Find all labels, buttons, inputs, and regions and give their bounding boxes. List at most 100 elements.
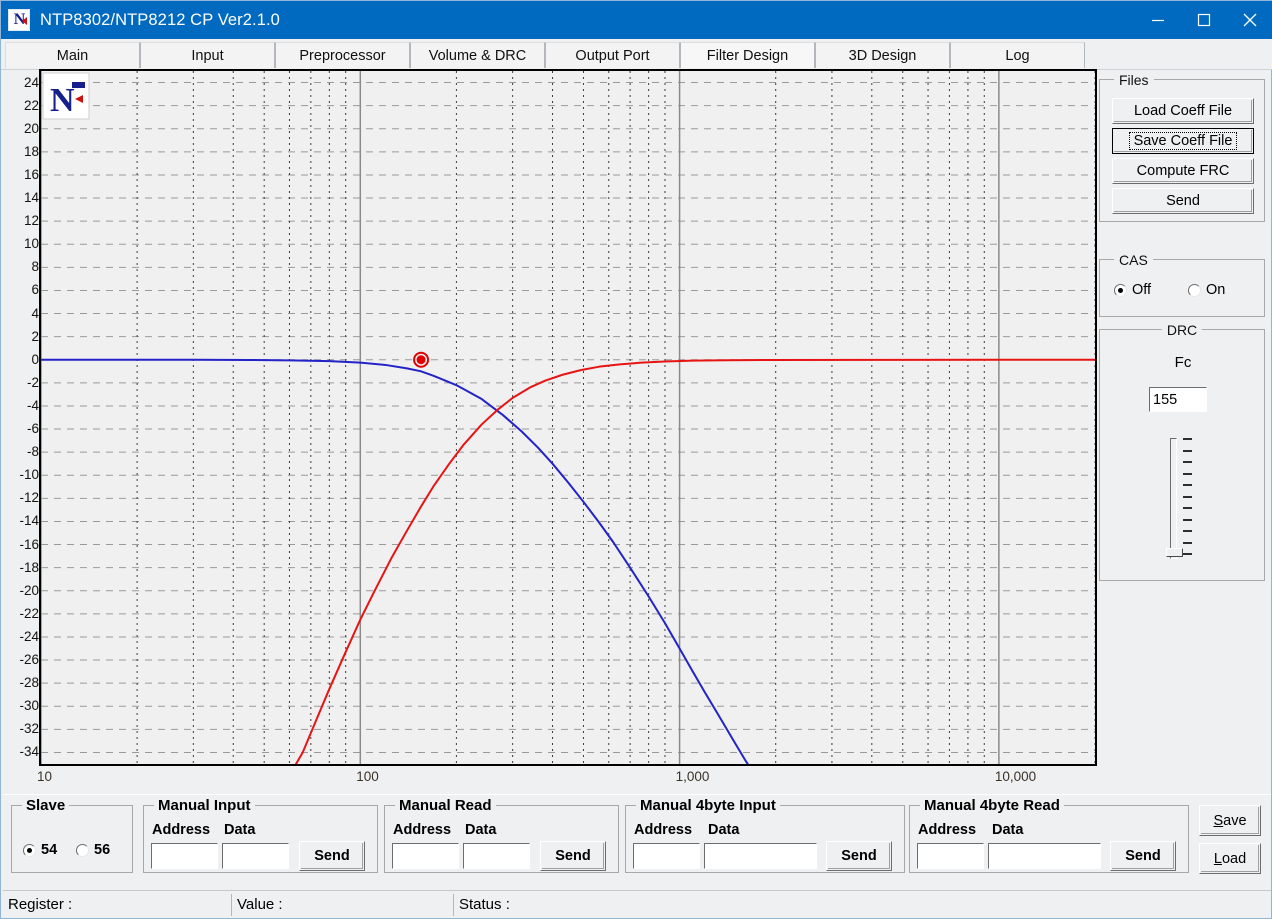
chart-x-tick-label: 10,000 bbox=[994, 769, 1037, 784]
manual-input-group-label: Manual Input bbox=[154, 797, 255, 814]
tab-input[interactable]: Input bbox=[140, 42, 275, 68]
files-send-button[interactable]: Send bbox=[1112, 188, 1254, 214]
tab-label: Main bbox=[56, 48, 89, 64]
chart-y-tick-label: 22 bbox=[23, 97, 39, 113]
tab-label: Filter Design bbox=[706, 48, 789, 64]
tab-main[interactable]: Main bbox=[5, 42, 140, 68]
drc-slider-track bbox=[1170, 438, 1177, 559]
save-coeff-file-label: Save Coeff File bbox=[1128, 132, 1238, 150]
status-bar: Register : Value : Status : bbox=[3, 890, 1271, 918]
tab-output-port[interactable]: Output Port bbox=[545, 42, 680, 68]
manual-4byte-input-data-field[interactable] bbox=[704, 843, 817, 869]
manual-4byte-read-send-button[interactable]: Send bbox=[1110, 841, 1176, 871]
files-send-label: Send bbox=[1166, 193, 1200, 209]
save-accel: S bbox=[1213, 812, 1224, 829]
right-control-panel: Files Load Coeff File Save Coeff File Co… bbox=[1099, 71, 1267, 793]
load-coeff-file-button[interactable]: Load Coeff File bbox=[1112, 98, 1254, 124]
drc-slider-tick bbox=[1183, 461, 1192, 463]
chart-y-tick-label: 14 bbox=[23, 190, 39, 206]
manual-4byte-read-group: Manual 4byte Read Address Data Send bbox=[909, 797, 1189, 873]
load-button[interactable]: Load bbox=[1199, 843, 1261, 874]
chart-y-tick-label: -26 bbox=[19, 652, 39, 668]
load-coeff-file-label: Load Coeff File bbox=[1133, 103, 1233, 119]
manual-read-group: Manual Read Address Data Send bbox=[384, 797, 619, 873]
manual-4byte-input-group-label: Manual 4byte Input bbox=[636, 797, 780, 814]
slave-54-label: 54 bbox=[41, 842, 58, 858]
manual-4byte-read-data-field[interactable] bbox=[988, 843, 1101, 869]
chart-y-tick-label: 8 bbox=[31, 259, 39, 275]
files-group: Files Load Coeff File Save Coeff File Co… bbox=[1099, 72, 1265, 222]
manual-read-address-field[interactable] bbox=[392, 843, 459, 869]
chart-y-tick-label: 16 bbox=[23, 166, 39, 182]
manual-input-address-label: Address bbox=[152, 822, 211, 838]
drc-group-label: DRC bbox=[1161, 322, 1203, 338]
compute-frc-button[interactable]: Compute FRC bbox=[1112, 158, 1254, 184]
manual-input-data-field[interactable] bbox=[222, 843, 289, 869]
chart-x-tick-label: 100 bbox=[356, 769, 379, 784]
minimize-button[interactable] bbox=[1135, 1, 1181, 39]
chart-y-tick-label: 4 bbox=[31, 305, 39, 321]
manual-input-data-label: Data bbox=[224, 822, 256, 838]
slave-56-radio-dot bbox=[76, 843, 89, 857]
chart-marker-dot[interactable] bbox=[416, 355, 426, 365]
chart-plot-area[interactable]: N bbox=[39, 69, 1097, 766]
maximize-button[interactable] bbox=[1181, 1, 1227, 39]
slave-radio-54[interactable]: 54 bbox=[23, 842, 57, 858]
save-coeff-file-button[interactable]: Save Coeff File bbox=[1112, 128, 1254, 154]
drc-slider[interactable] bbox=[1166, 438, 1194, 559]
manual-read-data-field[interactable] bbox=[463, 843, 530, 869]
tab-log[interactable]: Log bbox=[950, 42, 1085, 68]
chart-y-tick-label: 6 bbox=[31, 282, 39, 298]
chart-x-axis-labels: 10 100 1,000 10,000 bbox=[37, 769, 1097, 791]
manual-4byte-input-send-button[interactable]: Send bbox=[826, 841, 892, 871]
drc-slider-tick bbox=[1183, 438, 1192, 440]
tab-volume-drc[interactable]: Volume & DRC bbox=[410, 42, 545, 68]
manual-read-send-button[interactable]: Send bbox=[540, 841, 606, 871]
slave-56-label: 56 bbox=[94, 842, 111, 858]
chart-x-tick-label: 1,000 bbox=[675, 769, 710, 784]
manual-4byte-input-group: Manual 4byte Input Address Data Send bbox=[625, 797, 905, 873]
drc-slider-thumb[interactable] bbox=[1166, 548, 1183, 557]
chart-y-tick-label: 20 bbox=[23, 120, 39, 136]
manual-4byte-read-address-field[interactable] bbox=[917, 843, 984, 869]
tab-preprocessor[interactable]: Preprocessor bbox=[275, 42, 410, 68]
manual-4byte-input-data-label: Data bbox=[708, 822, 740, 838]
app-logo-triangle bbox=[22, 17, 27, 25]
title-bar: N NTP8302/NTP8212 CP Ver2.1.0 bbox=[1, 1, 1272, 39]
cas-radio-on[interactable]: On bbox=[1188, 282, 1225, 298]
save-button[interactable]: Save bbox=[1199, 805, 1261, 836]
tab-3d-design[interactable]: 3D Design bbox=[815, 42, 950, 68]
load-accel: L bbox=[1213, 850, 1222, 867]
compute-frc-label: Compute FRC bbox=[1136, 163, 1230, 179]
chart-x-tick-label: 10 bbox=[37, 769, 53, 784]
cas-on-label: On bbox=[1206, 282, 1226, 298]
manual-4byte-input-address-field[interactable] bbox=[633, 843, 700, 869]
tab-filter-design[interactable]: Filter Design bbox=[680, 42, 815, 68]
manual-4byte-read-data-label: Data bbox=[992, 822, 1024, 838]
manual-read-send-label: Send bbox=[555, 848, 591, 864]
manual-input-send-button[interactable]: Send bbox=[299, 841, 365, 871]
cas-radio-off[interactable]: Off bbox=[1114, 282, 1151, 298]
chart-y-axis-labels: 24 22 20 18 16 14 12 10 8 6 4 2 0 -2 -4 -6 -8 -10 -12 -14 -1… bbox=[5, 69, 39, 766]
chart-y-tick-label: -22 bbox=[19, 605, 39, 621]
slave-radio-56[interactable]: 56 bbox=[76, 842, 110, 858]
chart-y-tick-label: 2 bbox=[31, 328, 39, 344]
application-window: N NTP8302/NTP8212 CP Ver2.1.0 Main Input P… bbox=[0, 0, 1272, 919]
bottom-toolbar: Slave 54 56 Manual Input Address Data Se… bbox=[3, 794, 1271, 888]
save-rest: ave bbox=[1223, 812, 1247, 829]
drc-slider-tick bbox=[1183, 530, 1192, 532]
close-button[interactable] bbox=[1227, 1, 1272, 39]
drc-fc-input[interactable]: 155 bbox=[1149, 387, 1207, 412]
chart-y-tick-label: 24 bbox=[23, 74, 39, 90]
chart-y-tick-label: -4 bbox=[26, 397, 39, 413]
cas-group: CAS Off On bbox=[1099, 252, 1265, 317]
chart-y-tick-label: -2 bbox=[26, 374, 39, 390]
load-button-label: Load bbox=[1214, 851, 1246, 867]
load-rest: oad bbox=[1221, 850, 1247, 867]
manual-read-address-label: Address bbox=[393, 822, 452, 838]
cas-group-label: CAS bbox=[1114, 252, 1153, 268]
svg-text:N: N bbox=[50, 82, 75, 119]
slave-54-radio-dot bbox=[23, 843, 36, 857]
manual-input-address-field[interactable] bbox=[151, 843, 218, 869]
cas-off-radio-dot bbox=[1114, 283, 1127, 297]
